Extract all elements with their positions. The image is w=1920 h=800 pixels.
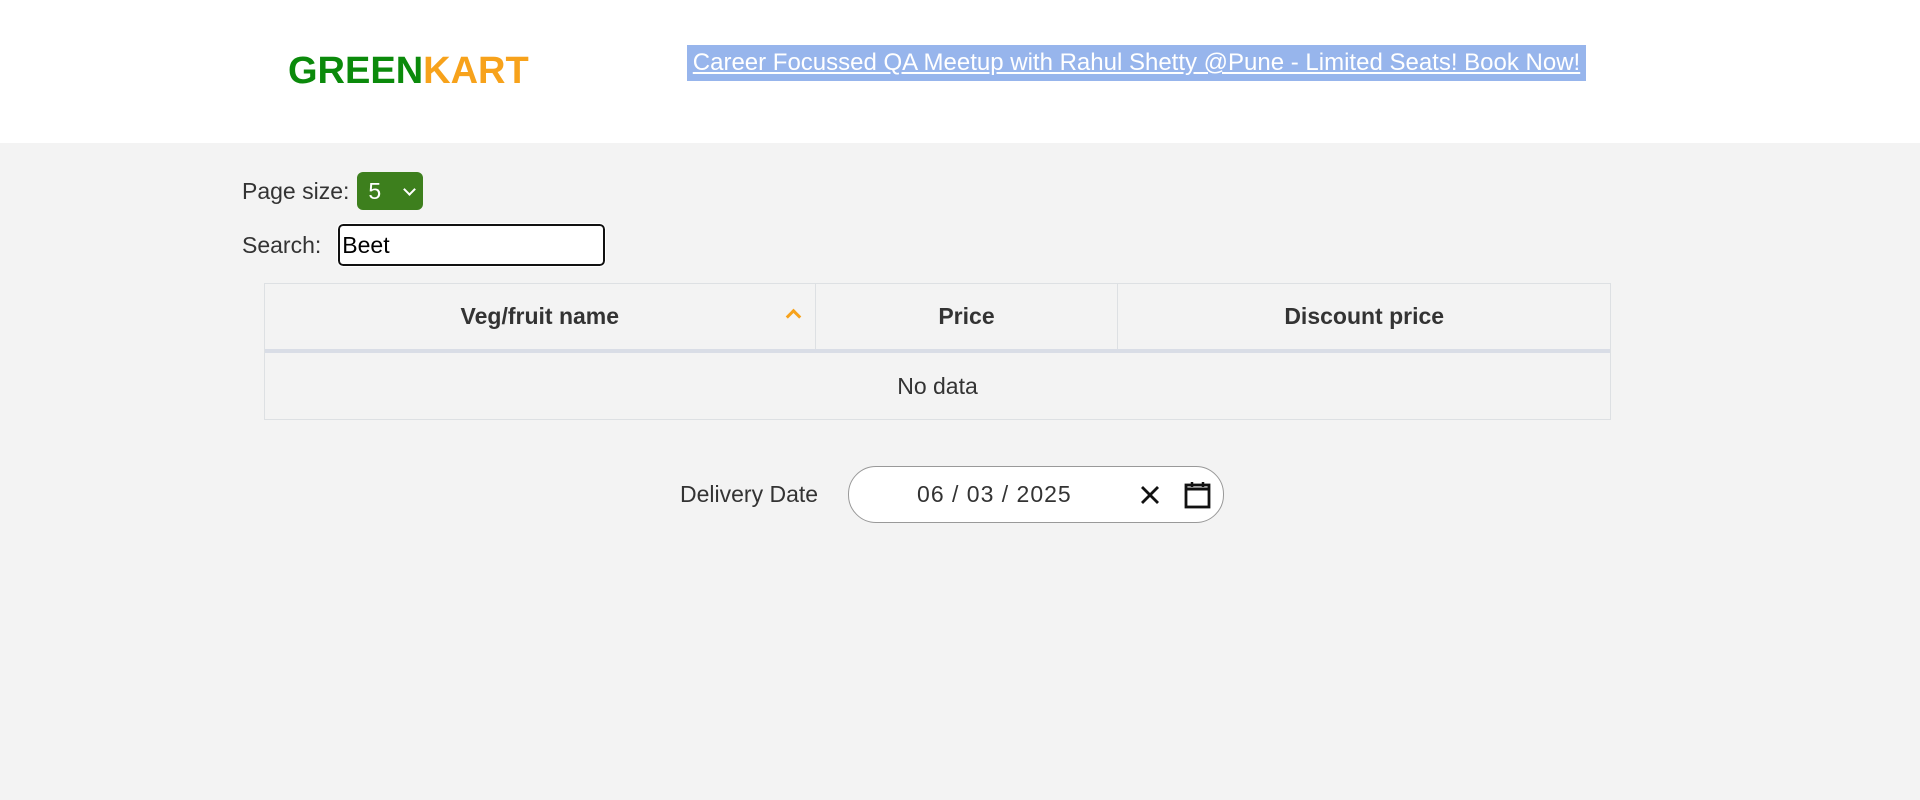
chevron-down-icon	[403, 183, 417, 196]
column-header-price[interactable]: Price	[816, 284, 1119, 349]
promo-banner: Career Focussed QA Meetup with Rahul She…	[687, 45, 1586, 81]
page-size-value: 5	[368, 177, 382, 204]
page-size-control: Page size: 5	[242, 172, 424, 210]
column-header-label: Veg/fruit name	[460, 303, 620, 329]
products-table: Veg/fruit name Price Discount price No d…	[264, 283, 1611, 420]
promo-link[interactable]: Career Focussed QA Meetup with Rahul She…	[693, 49, 1580, 77]
search-input[interactable]	[337, 223, 607, 267]
column-header-label: Discount price	[1284, 303, 1445, 329]
logo-kart-text: KART	[423, 50, 529, 92]
page-size-select[interactable]: 5	[357, 172, 424, 210]
delivery-date-input[interactable]: 06 / 03 / 2025	[848, 466, 1225, 523]
delivery-date-control: Delivery Date 06 / 03 / 2025	[680, 466, 1225, 523]
column-header-name[interactable]: Veg/fruit name	[265, 284, 816, 349]
search-label: Search:	[242, 231, 322, 258]
header: GREENKART Career Focussed QA Meetup with…	[0, 0, 1920, 143]
calendar-icon[interactable]	[1184, 481, 1211, 509]
column-header-discount-price[interactable]: Discount price	[1118, 284, 1610, 349]
empty-message: No data	[897, 372, 978, 399]
logo-green-text: GREEN	[288, 50, 424, 92]
page-size-label: Page size:	[242, 177, 350, 204]
greenkart-logo[interactable]: GREENKART	[288, 50, 529, 93]
delivery-date-label: Delivery Date	[680, 481, 819, 507]
close-icon[interactable]	[1139, 484, 1161, 506]
search-control: Search:	[242, 223, 607, 267]
column-header-label: Price	[938, 303, 995, 329]
table-header: Veg/fruit name Price Discount price	[265, 284, 1610, 353]
date-value[interactable]: 06 / 03 / 2025	[917, 481, 1072, 508]
chevron-up-icon	[785, 308, 801, 325]
